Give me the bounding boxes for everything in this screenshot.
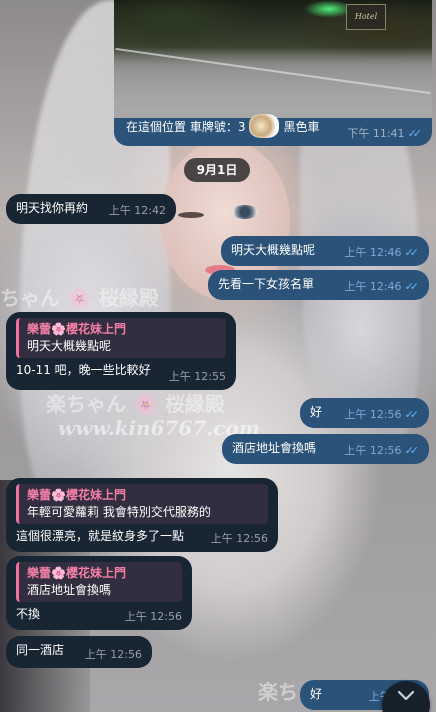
reply-sender: 樂蕾🌸櫻花妹上門	[27, 566, 126, 580]
message-text: 明天找你再約	[16, 201, 89, 215]
message-meta: 上午 12:56 ✓✓	[344, 442, 419, 459]
incoming-message[interactable]: 同一酒店 上午 12:56	[6, 636, 152, 668]
photo-caption: 在這個位置 車牌號：3 黑色車	[126, 114, 319, 138]
double-check-icon: ✓✓	[404, 444, 420, 457]
message-time: 上午 12:56	[124, 610, 182, 623]
message-time: 上午 12:56	[84, 648, 142, 661]
message-text: 這個很漂亮，就是紋身多了一點	[16, 529, 185, 543]
reply-sender: 樂蕾🌸櫻花妹上門	[27, 488, 126, 502]
message-meta: 上午 12:46 ✓✓	[344, 278, 419, 295]
incoming-message[interactable]: 樂蕾🌸櫻花妹上門 年輕可愛蘿莉 我會特別交代服務的 這個很漂亮，就是紋身多了一點…	[6, 478, 278, 552]
message-text: 不換	[16, 607, 41, 621]
message-time: 下午 11:41	[347, 127, 405, 140]
message-text: 明天大概幾點呢	[231, 243, 316, 257]
photo-caption-text: 黑色車	[283, 119, 320, 134]
message-meta: 上午 12:56 ✓✓	[344, 406, 419, 423]
message-text: 好	[310, 405, 323, 419]
message-time: 上午 12:46	[344, 280, 402, 293]
incoming-message[interactable]: 樂蕾🌸櫻花妹上門 酒店地址會換嗎 不換 上午 12:56	[6, 556, 192, 630]
message-meta: 上午 12:56	[211, 530, 268, 547]
message-meta: 上午 12:55	[169, 368, 226, 385]
incoming-message[interactable]: 樂蕾🌸櫻花妹上門 明天大概幾點呢 10-11 吧，晚一些比較好 上午 12:55	[6, 312, 236, 390]
date-separator[interactable]: 9月1日	[184, 158, 250, 182]
outgoing-message[interactable]: 酒店地址會換嗎 上午 12:56 ✓✓	[222, 434, 429, 464]
incoming-message[interactable]: 明天找你再約 上午 12:42	[6, 194, 176, 224]
message-meta: 下午 11:41 ✓✓	[347, 125, 422, 141]
outgoing-message[interactable]: 先看一下女孩名單 上午 12:46 ✓✓	[208, 270, 429, 300]
message-time: 上午 12:56	[344, 444, 402, 457]
double-check-icon: ✓✓	[407, 126, 423, 140]
reply-quote[interactable]: 樂蕾🌸櫻花妹上門 明天大概幾點呢	[16, 318, 226, 358]
reply-text: 酒店地址會換嗎	[27, 583, 112, 597]
message-time: 上午 12:56	[344, 408, 402, 421]
message-meta: 上午 12:56	[85, 646, 142, 663]
photo-road-line	[115, 47, 431, 95]
photo-message[interactable]: Hotel 在這個位置 車牌號：3 黑色車 下午 11:41 ✓✓	[114, 0, 432, 146]
sticker-emoji	[249, 114, 280, 138]
message-text: 好	[310, 687, 323, 701]
message-text: 10-11 吧，晚一些比較好	[16, 363, 151, 377]
photo-caption-text: 在這個位置 車牌號：3	[126, 119, 246, 134]
reply-sender: 樂蕾🌸櫻花妹上門	[27, 322, 126, 336]
chevron-down-icon	[397, 690, 415, 701]
photo-image[interactable]: Hotel	[114, 0, 432, 118]
reply-quote[interactable]: 樂蕾🌸櫻花妹上門 年輕可愛蘿莉 我會特別交代服務的	[16, 484, 268, 524]
reply-text: 年輕可愛蘿莉 我會特別交代服務的	[27, 505, 211, 519]
message-meta: 上午 12:56	[125, 608, 182, 625]
reply-quote[interactable]: 樂蕾🌸櫻花妹上門 酒店地址會換嗎	[16, 562, 182, 602]
message-time: 上午 12:42	[108, 204, 166, 217]
message-list[interactable]: Hotel 在這個位置 車牌號：3 黑色車 下午 11:41 ✓✓ 9月1日 明…	[0, 0, 436, 712]
double-check-icon: ✓✓	[404, 408, 420, 421]
photo-hotel-sign: Hotel	[346, 4, 386, 30]
double-check-icon: ✓✓	[404, 280, 420, 293]
outgoing-message[interactable]: 好 上午 12:56 ✓✓	[300, 398, 429, 428]
message-text: 先看一下女孩名單	[218, 277, 315, 291]
message-meta: 上午 12:42	[109, 202, 166, 219]
message-time: 上午 12:46	[344, 246, 402, 259]
double-check-icon: ✓✓	[404, 246, 420, 259]
message-time: 上午 12:56	[210, 532, 268, 545]
message-time: 上午 12:55	[168, 370, 226, 383]
message-text: 同一酒店	[16, 643, 65, 657]
outgoing-message[interactable]: 明天大概幾點呢 上午 12:46 ✓✓	[221, 236, 429, 266]
message-meta: 上午 12:46 ✓✓	[344, 244, 419, 261]
message-text: 酒店地址會換嗎	[232, 441, 317, 455]
reply-text: 明天大概幾點呢	[27, 339, 112, 353]
